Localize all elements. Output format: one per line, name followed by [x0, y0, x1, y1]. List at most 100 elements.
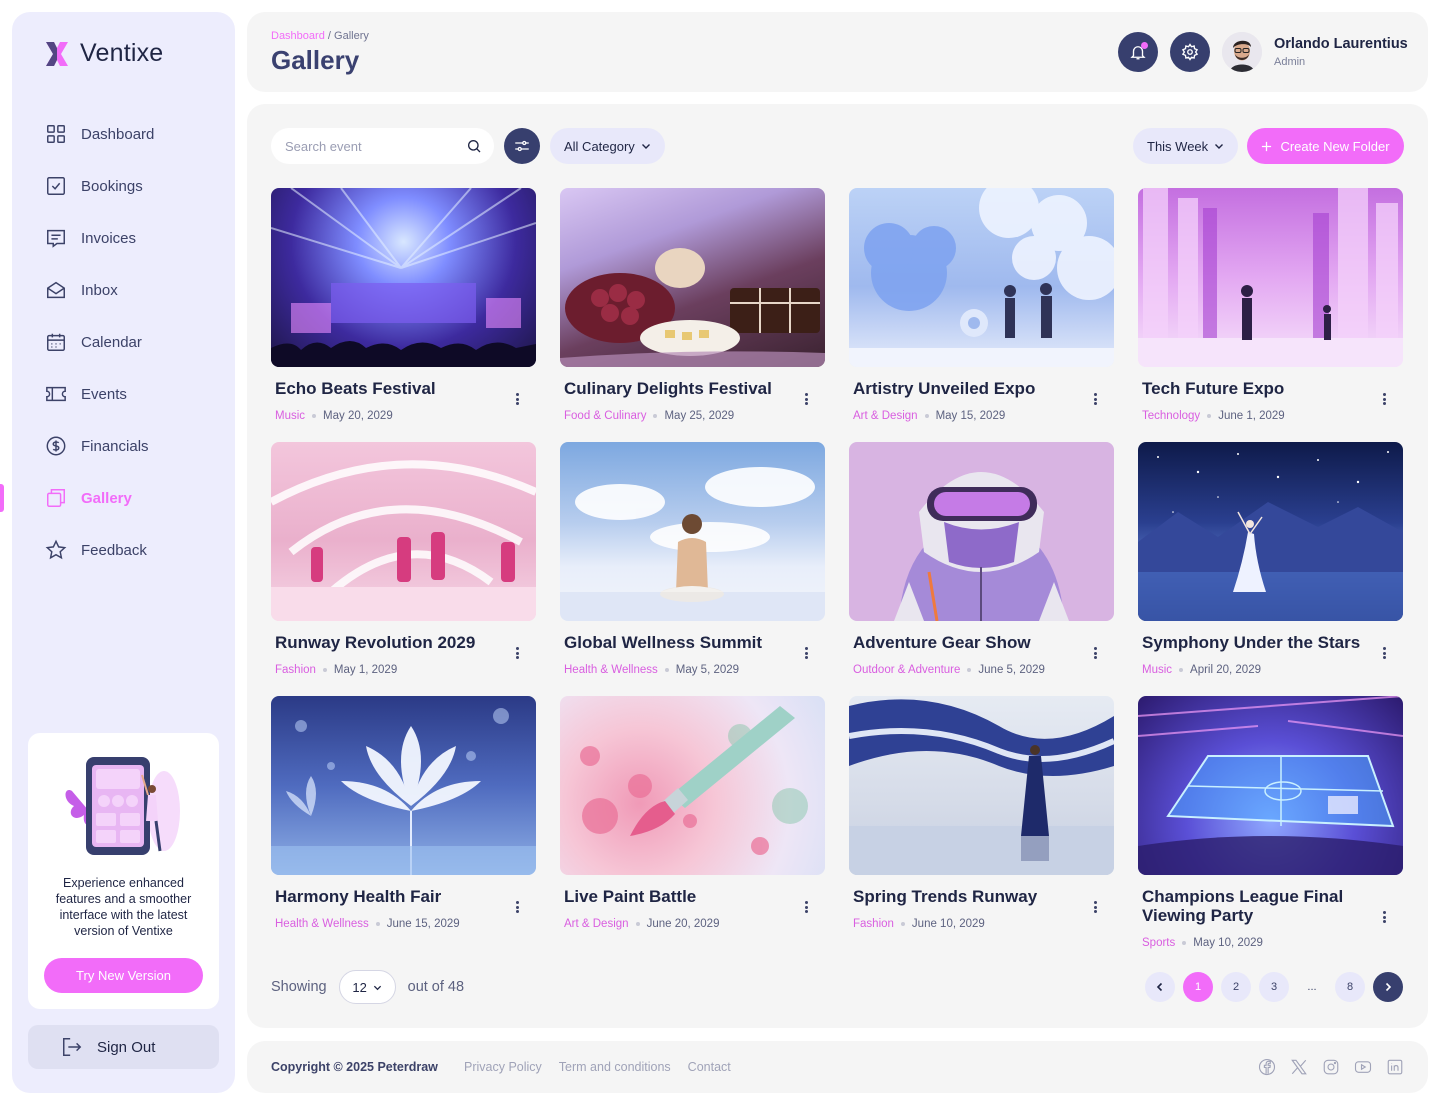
next-page-button[interactable]	[1373, 972, 1403, 1002]
upgrade-promo-card: Experience enhanced features and a smoot…	[28, 733, 219, 1009]
page-button-3[interactable]: 3	[1259, 972, 1289, 1002]
event-image-spring-runway[interactable]	[849, 696, 1114, 875]
sidebar-item-gallery[interactable]: Gallery	[0, 472, 235, 524]
art-expo-illustration	[849, 188, 1114, 367]
footer: Copyright © 2025 Peterdraw Privacy Polic…	[247, 1041, 1428, 1093]
gallery-card[interactable]: Echo Beats Festival Music May 20, 2029	[271, 188, 536, 442]
event-image-art-expo[interactable]	[849, 188, 1114, 367]
breadcrumb-dashboard-link[interactable]: Dashboard	[271, 30, 325, 42]
x-icon[interactable]	[1290, 1058, 1308, 1076]
brand-logo[interactable]: Ventixe	[45, 39, 163, 68]
more-options-icon[interactable]	[510, 898, 524, 916]
sliders-icon	[515, 140, 529, 152]
sidebar-item-financials[interactable]: Financials	[12, 420, 235, 472]
gallery-card[interactable]: Tech Future Expo Technology June 1, 2029	[1138, 188, 1403, 442]
youtube-icon[interactable]	[1354, 1058, 1372, 1076]
event-image-stadium[interactable]	[1138, 696, 1403, 875]
card-meta: Sports May 10, 2029	[1142, 937, 1263, 949]
event-image-runway[interactable]	[271, 442, 536, 621]
card-category: Food & Culinary	[564, 410, 647, 422]
sidebar-item-label: Bookings	[81, 177, 143, 195]
try-new-version-button[interactable]: Try New Version	[44, 958, 203, 993]
instagram-icon[interactable]	[1322, 1058, 1340, 1076]
sidebar-item-bookings[interactable]: Bookings	[12, 160, 235, 212]
sidebar-item-label: Feedback	[81, 541, 147, 559]
more-options-icon[interactable]	[1377, 644, 1391, 662]
event-image-lotus[interactable]	[271, 696, 536, 875]
gallery-card[interactable]: Live Paint Battle Art & Design June 20, 2…	[560, 696, 825, 950]
sidebar-item-dashboard[interactable]: Dashboard	[12, 108, 235, 160]
gallery-card[interactable]: Global Wellness Summit Health & Wellness…	[560, 442, 825, 696]
card-meta: Art & Design June 20, 2029	[564, 918, 719, 930]
event-image-food[interactable]	[560, 188, 825, 367]
sidebar-item-events[interactable]: Events	[12, 368, 235, 420]
contact-link[interactable]: Contact	[688, 1060, 731, 1074]
sidebar-item-calendar[interactable]: Calendar	[12, 316, 235, 368]
privacy-policy-link[interactable]: Privacy Policy	[464, 1060, 542, 1074]
sidebar-item-invoices[interactable]: Invoices	[12, 212, 235, 264]
filter-button[interactable]	[504, 128, 540, 164]
more-options-icon[interactable]	[1377, 390, 1391, 408]
page-ellipsis: ...	[1307, 981, 1317, 993]
event-image-adventure-gear[interactable]	[849, 442, 1114, 621]
breadcrumb: Dashboard / Gallery	[271, 30, 369, 42]
search-input[interactable]	[285, 138, 466, 154]
more-options-icon[interactable]	[510, 390, 524, 408]
showing-label: Showing	[271, 979, 327, 995]
more-options-icon[interactable]	[1088, 898, 1102, 916]
meta-separator	[635, 922, 640, 926]
event-image-tech-expo[interactable]	[1138, 188, 1403, 367]
event-image-wellness[interactable]	[560, 442, 825, 621]
notifications-button[interactable]	[1118, 32, 1158, 72]
lotus-illustration	[271, 708, 536, 875]
gallery-panel: All Category This Week Create New Folder	[247, 104, 1428, 1028]
card-date: June 20, 2029	[646, 918, 720, 930]
top-header: Dashboard / Gallery Gallery Orlando Laur…	[247, 12, 1428, 92]
meta-separator	[900, 922, 905, 926]
facebook-icon[interactable]	[1258, 1058, 1276, 1076]
terms-link[interactable]: Term and conditions	[559, 1060, 671, 1074]
card-date: June 5, 2029	[978, 664, 1045, 676]
more-options-icon[interactable]	[799, 644, 813, 662]
event-image-concert[interactable]	[271, 188, 536, 367]
gallery-card[interactable]: Symphony Under the Stars Music April 20, …	[1138, 442, 1403, 696]
gallery-card[interactable]: Runway Revolution 2029 Fashion May 1, 202…	[271, 442, 536, 696]
gallery-card[interactable]: Artistry Unveiled Expo Art & Design May 1…	[849, 188, 1114, 442]
search-icon[interactable]	[466, 138, 482, 154]
card-category: Sports	[1142, 937, 1176, 949]
linkedin-icon[interactable]	[1386, 1058, 1404, 1076]
gallery-card[interactable]: Culinary Delights Festival Food & Culina…	[560, 188, 825, 442]
card-category: Music	[275, 410, 306, 422]
gallery-card[interactable]: Spring Trends Runway Fashion June 10, 202…	[849, 696, 1114, 950]
sidebar-item-inbox[interactable]: Inbox	[12, 264, 235, 316]
sidebar-item-feedback[interactable]: Feedback	[12, 524, 235, 576]
avatar[interactable]	[1222, 32, 1262, 72]
card-date: June 15, 2029	[386, 918, 460, 930]
page-button-1[interactable]: 1	[1183, 972, 1213, 1002]
more-options-icon[interactable]	[799, 390, 813, 408]
card-meta: Health & Wellness May 5, 2029	[564, 664, 739, 676]
event-image-symphony[interactable]	[1138, 442, 1403, 621]
category-dropdown[interactable]: All Category	[550, 128, 665, 164]
more-options-icon[interactable]	[1377, 908, 1391, 926]
more-options-icon[interactable]	[510, 644, 524, 662]
page-button-2[interactable]: 2	[1221, 972, 1251, 1002]
page-size-select[interactable]: 12	[338, 970, 396, 1004]
gallery-card[interactable]: Champions League Final Viewing Party Spo…	[1138, 696, 1403, 950]
more-options-icon[interactable]	[799, 898, 813, 916]
card-category: Music	[1142, 664, 1173, 676]
sign-out-button[interactable]: Sign Out	[28, 1025, 219, 1069]
page-button-8[interactable]: 8	[1335, 972, 1365, 1002]
create-new-folder-button[interactable]: Create New Folder	[1247, 128, 1404, 164]
settings-button[interactable]	[1170, 32, 1210, 72]
chevron-down-icon	[373, 985, 381, 990]
gallery-card[interactable]: Adventure Gear Show Outdoor & Adventure J…	[849, 442, 1114, 696]
gallery-card[interactable]: Harmony Health Fair Health & Wellness Jun…	[271, 696, 536, 950]
card-meta: Music May 20, 2029	[275, 410, 393, 422]
previous-page-button[interactable]	[1145, 972, 1175, 1002]
card-date: May 25, 2029	[664, 410, 735, 422]
event-image-paint[interactable]	[560, 696, 825, 875]
more-options-icon[interactable]	[1088, 390, 1102, 408]
more-options-icon[interactable]	[1088, 644, 1102, 662]
period-dropdown[interactable]: This Week	[1133, 128, 1239, 164]
